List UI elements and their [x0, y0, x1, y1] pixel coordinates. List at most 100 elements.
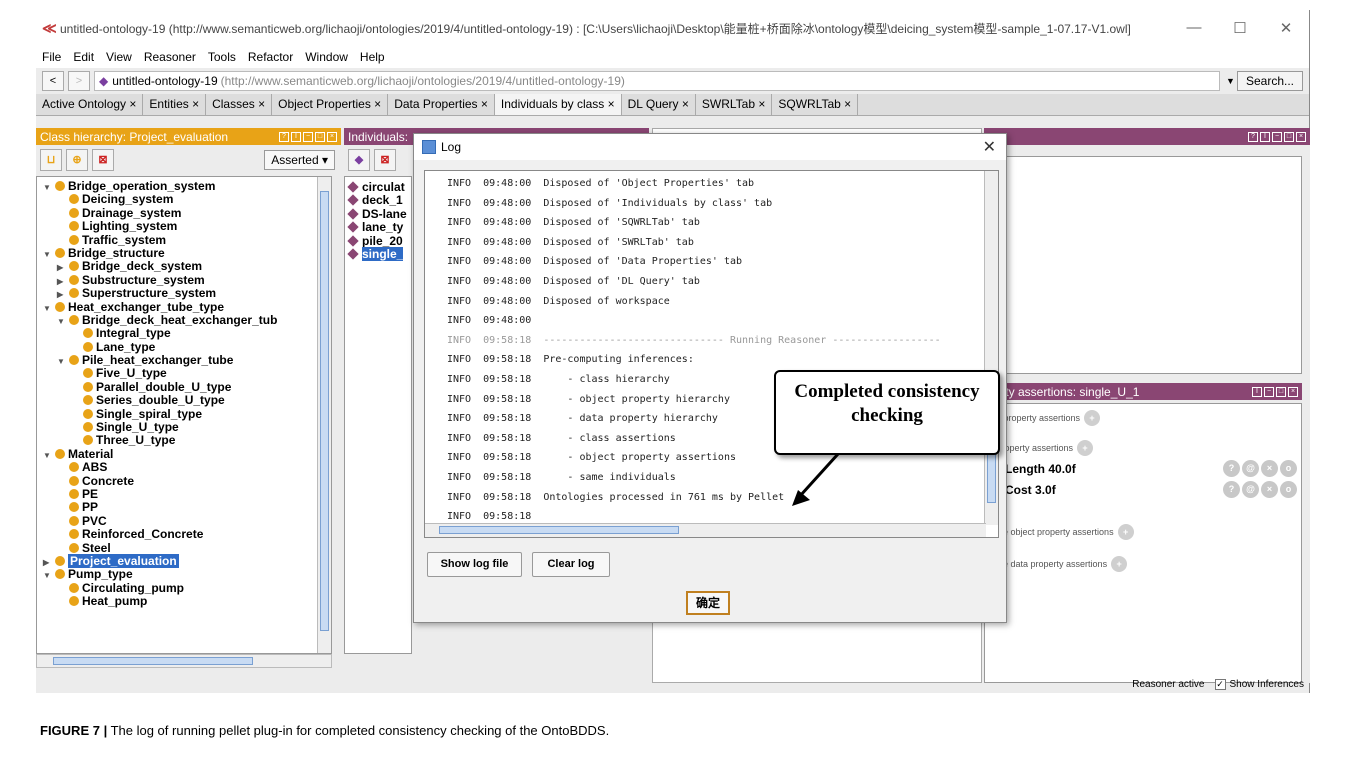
tree-node[interactable]: Lighting_system — [37, 220, 331, 233]
data-property-assertion[interactable]: Length 40.0f? @ × o — [989, 460, 1297, 477]
tree-node[interactable]: ▼ Bridge_operation_system — [37, 180, 331, 193]
tree-node[interactable]: Steel — [37, 541, 331, 555]
ontology-address-field[interactable]: ◆ untitled-ontology-19 (http://www.seman… — [94, 71, 1221, 91]
log-text-area[interactable]: INFO 09:48:00 Disposed of 'Object Proper… — [424, 170, 999, 538]
tree-node[interactable]: PP — [37, 501, 331, 514]
dropdown-arrow-icon[interactable]: ▼ — [1226, 76, 1235, 86]
tree-node[interactable]: ▼ Heat_exchanger_tube_type — [37, 300, 331, 314]
expand-toggle-icon[interactable]: ▼ — [43, 569, 55, 582]
tree-node[interactable]: Single_U_type — [37, 421, 331, 434]
expand-toggle-icon[interactable]: ▼ — [43, 449, 55, 462]
annotate-icon[interactable]: @ — [1242, 460, 1259, 477]
tree-node[interactable]: ▼ Bridge_structure — [37, 246, 331, 261]
tree-node[interactable]: ▶ Substructure_system — [37, 273, 331, 288]
class-tree-hscroll[interactable] — [36, 654, 332, 668]
tree-node[interactable]: Circulating_pump — [37, 581, 331, 595]
add-negative-data-icon[interactable]: + — [1111, 556, 1128, 572]
tree-node[interactable]: Three_U_type — [37, 434, 331, 447]
add-data-assertion-icon[interactable]: + — [1077, 440, 1094, 456]
tree-node[interactable]: ABS — [37, 461, 331, 474]
add-individual-button[interactable]: ◆ — [348, 149, 370, 171]
data-property-assertion[interactable]: Cost 3.0f? @ × o — [989, 481, 1297, 498]
tree-node[interactable]: Traffic_system — [37, 233, 331, 247]
tree-node[interactable]: Series_double_U_type — [37, 394, 331, 407]
tree-node[interactable]: ▼ Bridge_deck_heat_exchanger_tub — [37, 313, 331, 328]
individual-item[interactable]: single_ — [345, 246, 411, 261]
individual-item[interactable]: lane_ty — [345, 220, 411, 234]
edit-icon[interactable]: o — [1280, 481, 1297, 498]
tree-node[interactable]: ▶ Project_evaluation — [37, 553, 331, 569]
tree-node[interactable]: ▼ Pump_type — [37, 568, 331, 581]
annotate-icon[interactable]: @ — [1242, 481, 1259, 498]
help-icon[interactable]: ? — [1223, 481, 1240, 498]
delete-class-button[interactable]: ⊠ — [92, 149, 114, 171]
tree-node[interactable]: ▶ Superstructure_system — [37, 287, 331, 300]
tree-node[interactable]: ▼ Pile_heat_exchanger_tube — [37, 354, 331, 367]
tree-node[interactable]: Deicing_system — [37, 193, 331, 206]
back-button[interactable]: < — [42, 71, 64, 91]
delete-individual-button[interactable]: ⊠ — [374, 149, 396, 171]
class-tree-vscroll[interactable] — [317, 177, 331, 653]
tab-5[interactable]: Individuals by class × — [494, 94, 622, 115]
menu-help[interactable]: Help — [360, 50, 385, 64]
help-icon[interactable]: ? — [1223, 460, 1240, 477]
tree-node[interactable]: ▼ Material — [37, 447, 331, 462]
delete-icon[interactable]: × — [1261, 460, 1278, 477]
close-window-button[interactable]: ✕ — [1263, 19, 1309, 37]
tab-0[interactable]: Active Ontology × — [36, 94, 144, 115]
tree-node[interactable]: Concrete — [37, 474, 331, 488]
expand-toggle-icon[interactable]: ▼ — [57, 355, 69, 368]
delete-icon[interactable]: × — [1261, 481, 1278, 498]
panel-view-icons[interactable]: ? I − □ × — [277, 131, 337, 142]
log-vscroll[interactable] — [984, 171, 998, 525]
show-log-file-button[interactable]: Show log file — [427, 552, 522, 577]
tab-7[interactable]: SWRLTab × — [696, 94, 773, 115]
ok-button[interactable]: 确定 — [686, 591, 730, 615]
tree-node[interactable]: PVC — [37, 514, 331, 528]
individual-item[interactable]: deck_1 — [345, 193, 411, 207]
tab-8[interactable]: SQWRLTab × — [772, 94, 859, 115]
forward-button[interactable]: > — [68, 71, 90, 91]
expand-toggle-icon[interactable]: ▶ — [43, 556, 55, 569]
add-sibling-button[interactable]: ⊕ — [66, 149, 88, 171]
show-inferences-checkbox[interactable]: ✓ — [1214, 678, 1226, 690]
menu-tools[interactable]: Tools — [208, 50, 236, 64]
tree-node[interactable]: Single_spiral_type — [37, 407, 331, 421]
add-subclass-button[interactable]: ⊔ — [40, 149, 62, 171]
tree-node[interactable]: Heat_pump — [37, 595, 331, 608]
log-close-button[interactable]: ✕ — [983, 137, 996, 157]
expand-toggle-icon[interactable]: ▼ — [43, 248, 55, 261]
tab-4[interactable]: Data Properties × — [388, 94, 495, 115]
clear-log-button[interactable]: Clear log — [532, 552, 610, 577]
search-button[interactable]: Search... — [1236, 71, 1303, 91]
maximize-button[interactable]: ☐ — [1217, 19, 1263, 37]
tree-node[interactable]: ▶ Bridge_deck_system — [37, 260, 331, 273]
edit-icon[interactable]: o — [1280, 460, 1297, 477]
menu-reasoner[interactable]: Reasoner — [144, 50, 196, 64]
expand-toggle-icon[interactable]: ▶ — [57, 261, 69, 274]
menu-view[interactable]: View — [106, 50, 132, 64]
menu-edit[interactable]: Edit — [73, 50, 94, 64]
expand-toggle-icon[interactable]: ▼ — [57, 315, 69, 328]
menu-refactor[interactable]: Refactor — [248, 50, 293, 64]
individual-item[interactable]: DS-lane — [345, 207, 411, 221]
expand-toggle-icon[interactable]: ▶ — [57, 275, 69, 288]
tab-1[interactable]: Entities × — [143, 94, 207, 115]
asserted-dropdown[interactable]: Asserted ▾ — [264, 150, 335, 170]
log-hscroll[interactable] — [425, 523, 986, 537]
tab-2[interactable]: Classes × — [206, 94, 273, 115]
tree-node[interactable]: PE — [37, 487, 331, 501]
tree-node[interactable]: Integral_type — [37, 327, 331, 340]
tree-node[interactable]: Drainage_system — [37, 206, 331, 220]
tree-node[interactable]: Five_U_type — [37, 367, 331, 380]
add-negative-object-icon[interactable]: + — [1117, 524, 1134, 540]
tab-3[interactable]: Object Properties × — [272, 94, 389, 115]
minimize-button[interactable]: — — [1171, 19, 1217, 37]
tree-node[interactable]: Parallel_double_U_type — [37, 380, 331, 394]
menu-window[interactable]: Window — [305, 50, 348, 64]
individual-item[interactable]: pile_20 — [345, 234, 411, 248]
add-object-assertion-icon[interactable]: + — [1084, 410, 1101, 426]
tree-node[interactable]: Lane_type — [37, 340, 331, 354]
menu-file[interactable]: File — [42, 50, 61, 64]
expand-toggle-icon[interactable]: ▼ — [43, 181, 55, 194]
